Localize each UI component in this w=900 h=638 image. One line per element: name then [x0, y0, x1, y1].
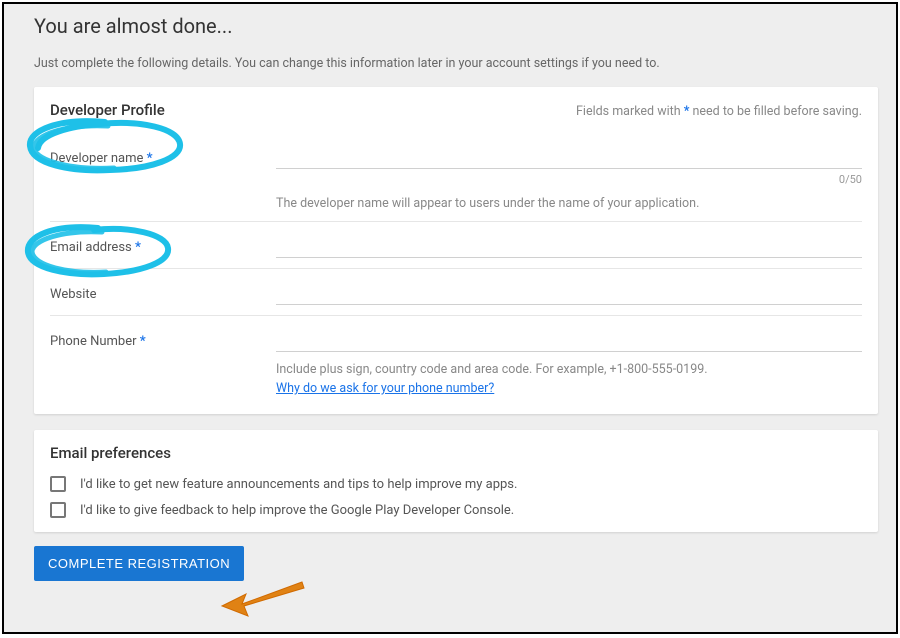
phone-input[interactable]	[276, 330, 862, 352]
label-developer-name: Developer name *	[50, 147, 276, 166]
checkbox-row-feedback[interactable]: I'd like to give feedback to help improv…	[50, 502, 862, 518]
developer-name-input[interactable]	[276, 147, 862, 169]
checkbox-label-feedback: I'd like to give feedback to help improv…	[80, 503, 514, 518]
phone-info-link[interactable]: Why do we ask for your phone number?	[276, 381, 494, 396]
row-email: Email address *	[50, 221, 862, 268]
label-email: Email address *	[50, 236, 276, 255]
website-input[interactable]	[276, 283, 862, 305]
asterisk-icon: *	[684, 104, 690, 119]
email-input[interactable]	[276, 236, 862, 258]
label-phone: Phone Number *	[50, 330, 276, 349]
developer-profile-card: Developer Profile Fields marked with * n…	[34, 87, 878, 414]
page-subtitle: Just complete the following details. You…	[34, 56, 878, 71]
checkbox-icon[interactable]	[50, 476, 66, 492]
char-counter: 0/50	[276, 173, 862, 186]
asterisk-icon: *	[135, 240, 141, 255]
annotation-arrow-complete	[216, 578, 306, 620]
card-title-developer-profile: Developer Profile	[50, 101, 165, 119]
asterisk-icon: *	[147, 151, 153, 166]
req-suffix: need to be filled before saving.	[693, 104, 862, 119]
req-prefix: Fields marked with	[576, 104, 684, 119]
checkbox-label-announcements: I'd like to get new feature announcement…	[80, 477, 517, 492]
checkbox-icon[interactable]	[50, 502, 66, 518]
label-website: Website	[50, 283, 276, 302]
row-phone: Phone Number * Include plus sign, countr…	[50, 315, 862, 410]
row-developer-name: Developer name * 0/50 The developer name…	[50, 133, 862, 221]
row-website: Website	[50, 268, 862, 315]
developer-name-hint: The developer name will appear to users …	[276, 196, 862, 211]
checkbox-row-announcements[interactable]: I'd like to get new feature announcement…	[50, 476, 862, 492]
required-fields-note: Fields marked with * need to be filled b…	[576, 104, 862, 119]
asterisk-icon: *	[140, 334, 146, 349]
phone-hint: Include plus sign, country code and area…	[276, 362, 862, 377]
page-title: You are almost done...	[34, 14, 878, 38]
card-title-email-prefs: Email preferences	[50, 444, 862, 462]
email-preferences-card: Email preferences I'd like to get new fe…	[34, 430, 878, 532]
complete-registration-button[interactable]: COMPLETE REGISTRATION	[34, 546, 244, 581]
